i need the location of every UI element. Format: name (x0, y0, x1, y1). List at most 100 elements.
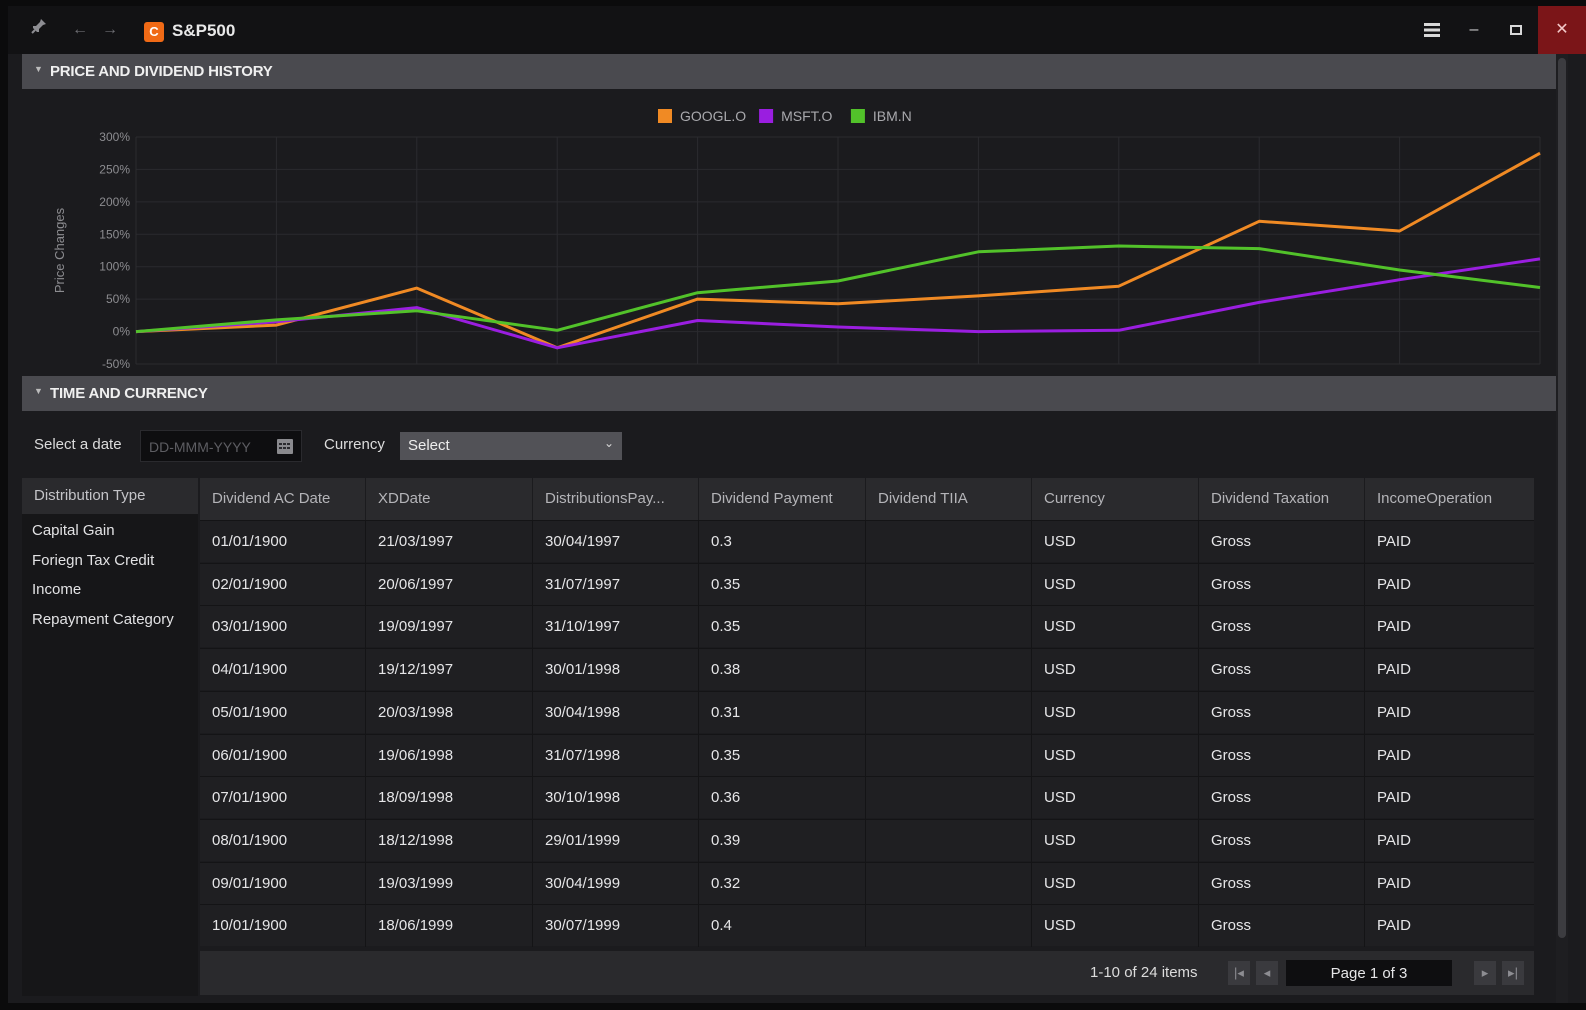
table-cell: 20/03/1998 (366, 691, 533, 734)
last-page-icon[interactable]: ▸| (1502, 961, 1524, 985)
column-header[interactable]: XDDate (366, 478, 533, 520)
distribution-item-foreign-tax-credit[interactable]: Foriegn Tax Credit (32, 552, 154, 569)
table-cell: PAID (1377, 575, 1411, 593)
y-axis-title: Price Changes (52, 207, 67, 293)
legend-swatch (850, 109, 865, 123)
table-cell: 0.32 (699, 862, 866, 905)
pin-icon[interactable] (28, 16, 50, 44)
distribution-item-capital-gain[interactable]: Capital Gain (32, 522, 115, 539)
table-cell: PAID (1377, 703, 1411, 721)
table-row[interactable]: 01/01/1900 21/03/1997 30/04/1997 0.3 USD Gros… (200, 520, 1534, 563)
table-cell: PAID (1377, 831, 1411, 849)
maximize-icon[interactable] (1496, 6, 1536, 54)
table-cell: 08/01/1900 (200, 819, 366, 862)
column-header[interactable]: IncomeOperation (1365, 478, 1534, 520)
column-header[interactable]: Dividend TIIA (866, 478, 1032, 520)
table-cell: Gross (1199, 563, 1365, 606)
table-cell: 0.35 (699, 563, 866, 606)
distribution-item-income[interactable]: Income (32, 581, 81, 598)
y-tick-label: 50% (106, 292, 130, 306)
page-number-field[interactable]: Page 1 of 3 (1286, 960, 1452, 986)
table-row[interactable]: 07/01/1900 18/09/1998 30/10/1998 0.36 USD Gro… (200, 776, 1534, 820)
table-cell: 06/01/1900 (200, 734, 366, 777)
next-page-icon[interactable]: ▸ (1474, 961, 1496, 985)
table-cell: 21/03/1997 (366, 521, 533, 563)
collapse-caret-icon[interactable]: ▼ (34, 64, 43, 74)
section-header-chart[interactable]: ▼ PRICE AND DIVIDEND HISTORY (22, 54, 1556, 89)
table-cell: USD (1032, 734, 1199, 777)
currency-select[interactable]: Select ⌄ (400, 432, 622, 460)
table-cell: 31/07/1998 (533, 734, 699, 777)
distribution-item-repayment-category[interactable]: Repayment Category (32, 611, 174, 628)
table-cell: 19/12/1997 (366, 649, 533, 692)
table-cell: 30/04/1999 (533, 862, 699, 905)
table-cell: 02/01/1900 (200, 563, 366, 606)
table-cell (866, 777, 1032, 820)
table-cell: USD (1032, 563, 1199, 606)
distribution-type-panel: Distribution Type Capital Gain Foriegn T… (22, 478, 198, 996)
distribution-type-title: Distribution Type (34, 487, 146, 504)
table-cell: PAID (1377, 917, 1411, 935)
table-row[interactable]: 10/01/1900 18/06/1999 30/07/1999 0.4 USD Gros… (200, 904, 1534, 948)
legend-swatch (658, 109, 672, 123)
table-cell: 0.39 (699, 819, 866, 862)
table-row[interactable]: 02/01/1900 20/06/1997 31/07/1997 0.35 USD Gro… (200, 562, 1534, 606)
column-header[interactable]: Currency (1032, 478, 1199, 520)
table-cell: 19/03/1999 (366, 862, 533, 905)
table-cell: 19/06/1998 (366, 734, 533, 777)
column-header[interactable]: Dividend Taxation (1199, 478, 1365, 520)
back-arrow-icon[interactable]: ← (70, 16, 90, 44)
column-header[interactable]: DistributionsPay... (533, 478, 699, 520)
table-cell (866, 563, 1032, 606)
first-page-icon[interactable]: |◂ (1228, 961, 1250, 985)
section-title-chart: PRICE AND DIVIDEND HISTORY (50, 63, 273, 80)
currency-label: Currency (324, 436, 385, 453)
table-cell (866, 521, 1032, 563)
table-cell: 31/07/1997 (533, 563, 699, 606)
collapse-caret-icon[interactable]: ▼ (34, 386, 43, 396)
table-row[interactable]: 08/01/1900 18/12/1998 29/01/1999 0.39 USD Gro… (200, 818, 1534, 862)
table-cell: 30/07/1999 (533, 905, 699, 948)
close-icon[interactable]: ✕ (1538, 6, 1586, 54)
table-cell: 0.35 (699, 734, 866, 777)
previous-page-icon[interactable]: ◂ (1256, 961, 1278, 985)
calendar-icon[interactable] (277, 439, 293, 454)
column-header[interactable]: Dividend AC Date (200, 478, 366, 520)
table-cell: 05/01/1900 (200, 691, 366, 734)
table-header-row: Dividend AC Date XDDate DistributionsPay… (200, 478, 1534, 520)
table-cell: Gross (1199, 862, 1365, 905)
app-logo: C (144, 22, 164, 42)
hamburger-menu-icon[interactable] (1412, 6, 1452, 54)
scrollbar-thumb[interactable] (1558, 58, 1566, 938)
section-header-time-currency[interactable]: ▼ TIME AND CURRENCY (22, 376, 1556, 411)
date-label: Select a date (34, 436, 122, 453)
table-row[interactable]: 03/01/1900 19/09/1997 31/10/1997 0.35 USD Gro… (200, 605, 1534, 649)
table-cell: PAID (1377, 874, 1411, 892)
date-input[interactable] (147, 436, 271, 458)
table-row[interactable]: 05/01/1900 20/03/1998 30/04/1998 0.31 USD Gro… (200, 690, 1534, 734)
table-cell: USD (1032, 777, 1199, 820)
table-cell: 18/09/1998 (366, 777, 533, 820)
table-cell: PAID (1377, 746, 1411, 764)
table-cell: USD (1032, 691, 1199, 734)
table-cell: 0.3 (699, 521, 866, 563)
forward-arrow-icon[interactable]: → (100, 16, 120, 44)
date-field[interactable] (140, 430, 302, 462)
page-indicator: Page 1 of 3 (1330, 965, 1408, 982)
table-cell: Gross (1199, 691, 1365, 734)
y-tick-label: 150% (99, 227, 130, 241)
table-cell (866, 649, 1032, 692)
table-cell: 01/01/1900 (200, 521, 366, 563)
minimize-icon[interactable]: – (1454, 6, 1494, 54)
currency-select-value: Select (408, 437, 450, 454)
table-row[interactable]: 06/01/1900 19/06/1998 31/07/1998 0.35 USD Gro… (200, 733, 1534, 777)
table-cell (866, 691, 1032, 734)
column-header[interactable]: Dividend Payment (699, 478, 866, 520)
table-cell: Gross (1199, 819, 1365, 862)
table-cell: 18/06/1999 (366, 905, 533, 948)
table-row[interactable]: 04/01/1900 19/12/1997 30/01/1998 0.38 USD Gro… (200, 648, 1534, 692)
app-window: ← → C S&P500 – ✕ ▼ PRICE AND DIVIDEND HI… (8, 6, 1586, 1003)
y-tick-label: 100% (99, 260, 130, 274)
y-tick-label: -50% (102, 357, 130, 371)
table-row[interactable]: 09/01/1900 19/03/1999 30/04/1999 0.32 USD Gro… (200, 861, 1534, 905)
